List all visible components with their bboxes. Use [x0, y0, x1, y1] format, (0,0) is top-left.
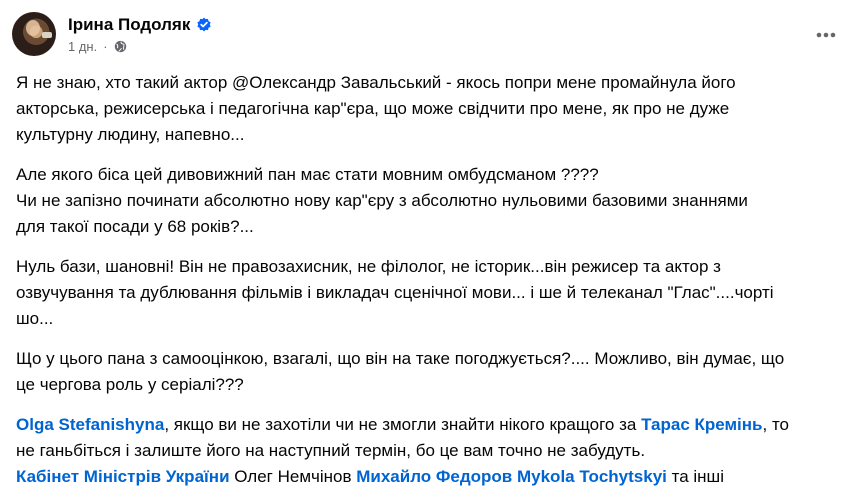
text-line: це чергова роль у серіалі??? [16, 375, 244, 394]
paragraph-2: Але якого біса цей дивовижний пан має ст… [16, 162, 846, 240]
post-header: Ірина Подоляк 1 дн. · [12, 10, 212, 58]
mention-link[interactable]: Olga Stefanishyna [16, 415, 164, 434]
post-body: Я не знаю, хто такий актор @Олександр За… [16, 70, 846, 504]
text-fragment: , якщо ви не захотіли чи не змогли знайт… [164, 415, 642, 434]
post-sub-row: 1 дн. · [68, 39, 212, 54]
text-line: Що у цього пана з самооцінкою, взагалі, … [16, 349, 785, 368]
mention-link[interactable]: Тарас Кремінь [641, 415, 762, 434]
mention-link[interactable]: Михайло Федоров [356, 467, 512, 486]
text-line: озвучування та дублювання фільмів і викл… [16, 283, 774, 302]
text-line: культурну людину, напевно... [16, 125, 245, 144]
text-line: Нуль бази, шановні! Він не правозахисник… [16, 257, 721, 276]
author-name-row: Ірина Подоляк [68, 15, 212, 35]
mention-link[interactable]: Mykola Tochytskyi [517, 467, 667, 486]
author-name[interactable]: Ірина Подоляк [68, 15, 190, 35]
text-line: Я не знаю, хто такий актор @Олександр За… [16, 73, 736, 92]
globe-icon[interactable] [114, 40, 127, 53]
text-line: акторська, режисерська і педагогічна кар… [16, 99, 730, 118]
paragraph-4: Що у цього пана з самооцінкою, взагалі, … [16, 346, 846, 398]
text-fragment: Олег Немчінов [229, 467, 357, 486]
more-options-button[interactable] [808, 16, 844, 52]
post-meta: Ірина Подоляк 1 дн. · [68, 15, 212, 54]
text-fragment: та інші [666, 467, 724, 486]
text-fragment: , то [762, 415, 790, 434]
more-options-icon [816, 25, 836, 43]
author-avatar[interactable] [12, 12, 56, 56]
paragraph-5: Olga Stefanishyna, якщо ви не захотіли ч… [16, 412, 846, 490]
facebook-post: Ірина Подоляк 1 дн. · Я не знаю, хто так… [0, 0, 858, 486]
mention-link[interactable]: Кабінет Міністрів України [16, 467, 230, 486]
verified-badge-icon [196, 17, 212, 33]
text-line: не ганьбіться і залиште його на наступни… [16, 441, 646, 460]
text-line: Але якого біса цей дивовижний пан має ст… [16, 165, 599, 184]
paragraph-3: Нуль бази, шановні! Він не правозахисник… [16, 254, 846, 332]
text-line: Чи не запізно починати абсолютно нову ка… [16, 191, 748, 210]
text-line: шо... [16, 309, 54, 328]
text-line: Olga Stefanishyna, якщо ви не захотіли ч… [16, 412, 846, 438]
paragraph-1: Я не знаю, хто такий актор @Олександр За… [16, 70, 846, 148]
post-timestamp[interactable]: 1 дн. [68, 39, 97, 54]
text-line: Кабінет Міністрів України Олег Немчінов … [16, 464, 846, 490]
meta-separator: · [103, 38, 108, 54]
text-line: для такої посади у 68 років?... [16, 217, 254, 236]
